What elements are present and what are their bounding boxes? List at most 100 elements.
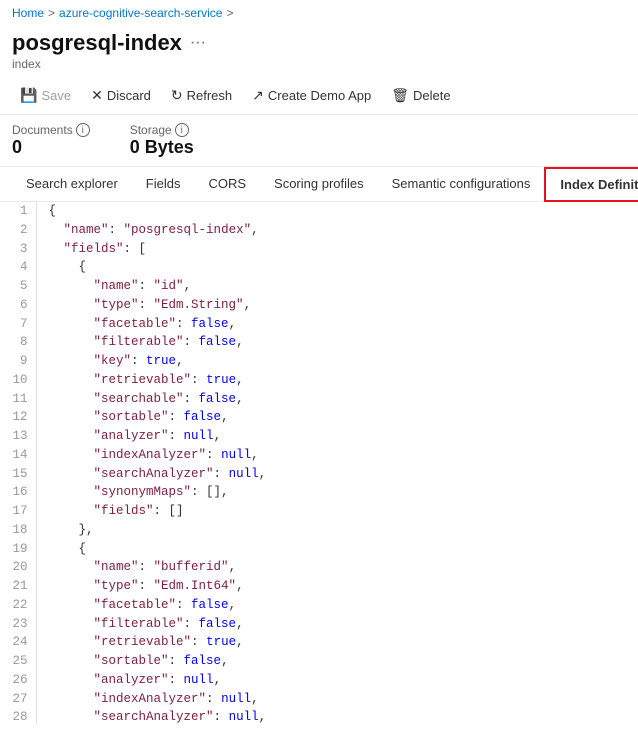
breadcrumb-service[interactable]: azure-cognitive-search-service [59, 6, 222, 20]
page-subtitle: index [12, 57, 626, 71]
table-row: 10 "retrievable": true, [0, 371, 638, 390]
table-row: 13 "analyzer": null, [0, 427, 638, 446]
refresh-button[interactable]: ↻ Refresh [163, 83, 240, 108]
line-code: "indexAnalyzer": null, [36, 690, 638, 709]
discard-label: Discard [107, 88, 151, 103]
tab-semantic-configurations[interactable]: Semantic configurations [378, 167, 545, 202]
table-row: 3 "fields": [ [0, 240, 638, 259]
line-code: "fields": [ [36, 240, 638, 259]
line-code: { [36, 540, 638, 559]
line-code: "sortable": false, [36, 652, 638, 671]
table-row: 9 "key": true, [0, 352, 638, 371]
tab-index-definition[interactable]: Index Definition (JSON) [544, 167, 638, 202]
breadcrumb-sep2: > [226, 6, 233, 20]
line-number: 11 [0, 390, 36, 409]
documents-info-icon[interactable]: i [76, 123, 90, 137]
line-number: 2 [0, 221, 36, 240]
delete-button[interactable]: 🗑 Delete [383, 83, 458, 108]
table-row: 5 "name": "id", [0, 277, 638, 296]
table-row: 25 "sortable": false, [0, 652, 638, 671]
page-header: posgresql-index ··· index [0, 26, 638, 77]
storage-info-icon[interactable]: i [175, 123, 189, 137]
line-number: 26 [0, 671, 36, 690]
table-row: 27 "indexAnalyzer": null, [0, 690, 638, 709]
tab-scoring-profiles[interactable]: Scoring profiles [260, 167, 378, 202]
line-code: "sortable": false, [36, 408, 638, 427]
line-code: { [36, 202, 638, 221]
table-row: 23 "filterable": false, [0, 615, 638, 634]
line-code: "searchAnalyzer": null, [36, 465, 638, 484]
table-row: 6 "type": "Edm.String", [0, 296, 638, 315]
save-label: Save [41, 88, 71, 103]
table-row: 11 "searchable": false, [0, 390, 638, 409]
line-code: "filterable": false, [36, 615, 638, 634]
breadcrumb-home[interactable]: Home [12, 6, 44, 20]
documents-metric: Documents i 0 [12, 123, 90, 158]
line-number: 28 [0, 708, 36, 724]
table-row: 16 "synonymMaps": [], [0, 483, 638, 502]
line-number: 22 [0, 596, 36, 615]
line-code: "retrievable": true, [36, 371, 638, 390]
line-code: "searchable": false, [36, 390, 638, 409]
refresh-icon: ↻ [171, 87, 183, 104]
save-button[interactable]: 💾 Save [12, 83, 79, 108]
table-row: 15 "searchAnalyzer": null, [0, 465, 638, 484]
refresh-label: Refresh [187, 88, 233, 103]
line-code: "type": "Edm.Int64", [36, 577, 638, 596]
line-number: 14 [0, 446, 36, 465]
discard-button[interactable]: ✕ Discard [83, 83, 159, 108]
line-code: "fields": [] [36, 502, 638, 521]
line-number: 1 [0, 202, 36, 221]
line-number: 25 [0, 652, 36, 671]
line-number: 21 [0, 577, 36, 596]
line-number: 15 [0, 465, 36, 484]
line-number: 10 [0, 371, 36, 390]
tab-fields[interactable]: Fields [132, 167, 195, 202]
line-number: 12 [0, 408, 36, 427]
line-code: "indexAnalyzer": null, [36, 446, 638, 465]
line-code: "facetable": false, [36, 315, 638, 334]
page-title-ellipsis[interactable]: ··· [190, 34, 206, 52]
line-number: 8 [0, 333, 36, 352]
table-row: 18 }, [0, 521, 638, 540]
create-demo-icon: ↗ [252, 87, 264, 104]
create-demo-button[interactable]: ↗ Create Demo App [244, 83, 379, 108]
table-row: 22 "facetable": false, [0, 596, 638, 615]
storage-metric: Storage i 0 Bytes [130, 123, 194, 158]
line-code: "searchAnalyzer": null, [36, 708, 638, 724]
line-code: { [36, 258, 638, 277]
line-number: 16 [0, 483, 36, 502]
create-demo-label: Create Demo App [268, 88, 371, 103]
documents-value: 0 [12, 137, 90, 158]
table-row: 19 { [0, 540, 638, 559]
delete-label: Delete [413, 88, 451, 103]
line-code: "facetable": false, [36, 596, 638, 615]
page-title: posgresql-index ··· [12, 30, 626, 56]
line-number: 7 [0, 315, 36, 334]
line-code: "type": "Edm.String", [36, 296, 638, 315]
metrics-bar: Documents i 0 Storage i 0 Bytes [0, 115, 638, 167]
line-number: 5 [0, 277, 36, 296]
table-row: 21 "type": "Edm.Int64", [0, 577, 638, 596]
line-number: 17 [0, 502, 36, 521]
tab-cors[interactable]: CORS [194, 167, 260, 202]
save-icon: 💾 [20, 87, 37, 104]
line-code: "filterable": false, [36, 333, 638, 352]
discard-icon: ✕ [91, 87, 103, 104]
page-title-text: posgresql-index [12, 30, 182, 56]
line-code: "synonymMaps": [], [36, 483, 638, 502]
line-number: 9 [0, 352, 36, 371]
documents-label: Documents i [12, 123, 90, 137]
line-number: 20 [0, 558, 36, 577]
code-table: 1{2 "name": "posgresql-index",3 "fields"… [0, 202, 638, 724]
tab-search-explorer[interactable]: Search explorer [12, 167, 132, 202]
line-code: "analyzer": null, [36, 427, 638, 446]
line-code: "retrievable": true, [36, 633, 638, 652]
table-row: 4 { [0, 258, 638, 277]
line-code: "name": "id", [36, 277, 638, 296]
breadcrumb-sep1: > [48, 6, 55, 20]
table-row: 26 "analyzer": null, [0, 671, 638, 690]
code-area[interactable]: 1{2 "name": "posgresql-index",3 "fields"… [0, 202, 638, 724]
tabs-bar: Search explorerFieldsCORSScoring profile… [0, 167, 638, 202]
delete-icon: 🗑 [391, 87, 409, 104]
